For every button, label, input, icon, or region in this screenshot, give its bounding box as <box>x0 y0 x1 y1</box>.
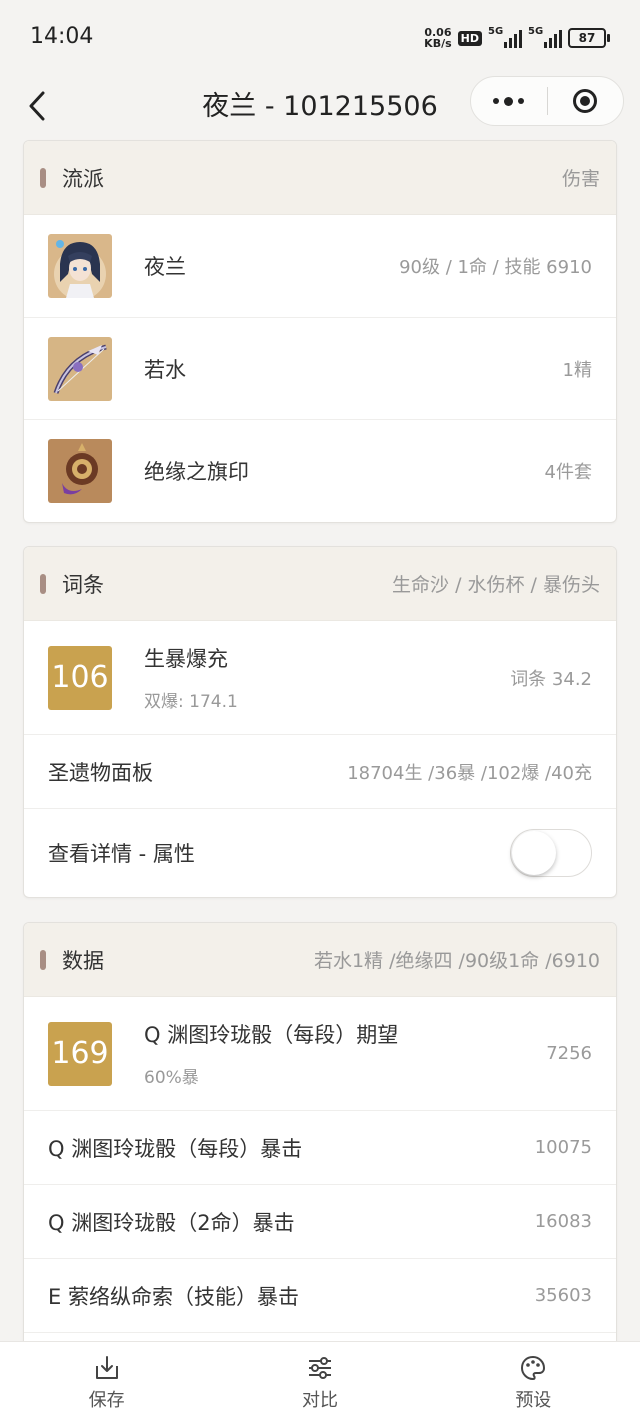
header-accent-bar <box>40 167 46 188</box>
detail-toggle-row: 查看详情 - 属性 <box>24 809 616 897</box>
damage-row: Q 渊图玲珑骰（每段）暴击 10075 <box>24 1111 616 1185</box>
artifact-panel-row: 圣遗物面板 18704生 /36暴 /102爆 /40充 <box>24 735 616 809</box>
substats-card-header: 词条 生命沙 / 水伤杯 / 暴伤头 <box>24 547 616 621</box>
battery-icon: 87 <box>568 28 610 48</box>
more-button[interactable] <box>471 96 547 106</box>
damage-row: E 萦络纵命索（技能）暴击 35603 <box>24 1259 616 1333</box>
tab-preset[interactable]: 预设 <box>427 1342 640 1424</box>
header-accent-bar <box>40 573 46 594</box>
artifact-panel-label: 圣遗物面板 <box>48 760 153 785</box>
toggle-knob <box>512 831 556 875</box>
hd-badge: HD <box>457 30 482 46</box>
close-miniprogram-button[interactable] <box>548 89 624 113</box>
damage-card-title: 数据 <box>62 948 104 973</box>
detail-toggle-switch[interactable] <box>510 829 592 877</box>
artifact-set-count: 4件套 <box>544 462 592 483</box>
damage-score-badge: 169 <box>48 1021 112 1086</box>
battery-level: 87 <box>578 31 596 45</box>
header-accent-bar <box>40 949 46 970</box>
detail-toggle-label: 查看详情 - 属性 <box>48 842 195 866</box>
status-time: 14:04 <box>30 24 94 49</box>
build-card: 流派 伤害 夜兰 90级 / 1命 / 技能 6910 若水 1精 绝缘之旗印 … <box>23 140 617 523</box>
target-circle-icon <box>573 89 598 113</box>
tab-save[interactable]: 保存 <box>0 1342 213 1424</box>
tab-preset-label: 预设 <box>515 1390 552 1411</box>
more-dot-icon <box>518 98 525 104</box>
damage-card: 数据 若水1精 /绝缘四 /90级1命 /6910 169 Q 渊图玲珑骰（每段… <box>23 922 617 1354</box>
substat-score-row: 106 生暴爆充 双爆: 174.1 词条 34.2 <box>24 621 616 735</box>
network-type-label-2: 5G <box>528 26 544 37</box>
damage-value: 10075 <box>534 1137 592 1158</box>
character-row[interactable]: 夜兰 90级 / 1命 / 技能 6910 <box>24 215 616 318</box>
nav-bar: 夜兰 - 101215506 <box>0 76 640 138</box>
damage-label: Q 渊图玲珑骰（每段）暴击 <box>48 1136 303 1161</box>
damage-label: Q 渊图玲珑骰（2命）暴击 <box>48 1210 295 1235</box>
weapon-name: 若水 <box>144 357 186 382</box>
more-dot-icon <box>504 96 514 106</box>
damage-label: E 萦络纵命索（技能）暴击 <box>48 1284 299 1309</box>
tab-compare-label: 对比 <box>301 1390 338 1411</box>
signal-icon: 5G <box>488 26 522 48</box>
back-button[interactable] <box>22 84 52 128</box>
substat-score-badge: 106 <box>48 645 112 710</box>
status-indicators: 0.06 KB/s HD 5G 5G 87 <box>424 24 610 52</box>
substat-type: 生暴爆充 <box>144 647 228 671</box>
artifact-set-icon <box>48 439 112 503</box>
weapon-row[interactable]: 若水 1精 <box>24 318 616 420</box>
more-dot-icon <box>493 98 500 104</box>
damage-main-label: Q 渊图玲珑骰（每段）期望 <box>144 1023 399 1047</box>
substats-card: 词条 生命沙 / 水伤杯 / 暴伤头 106 生暴爆充 双爆: 174.1 词条… <box>23 546 617 898</box>
build-card-header: 流派 伤害 <box>24 141 616 215</box>
damage-card-header: 数据 若水1精 /绝缘四 /90级1命 /6910 <box>24 923 616 997</box>
damage-main-value: 7256 <box>546 1043 592 1064</box>
sliders-icon <box>308 1357 331 1379</box>
crit-rate-label: 60%暴 <box>144 1068 199 1088</box>
artifact-panel-value: 18704生 /36暴 /102爆 /40充 <box>347 762 592 784</box>
character-portrait-icon <box>48 234 112 298</box>
miniprogram-capsule <box>470 76 624 126</box>
network-speed-unit: KB/s <box>424 37 452 50</box>
artifact-main-stats: 生命沙 / 水伤杯 / 暴伤头 <box>392 574 600 596</box>
artifact-set-row[interactable]: 绝缘之旗印 4件套 <box>24 420 616 522</box>
substat-count: 词条 34.2 <box>510 668 592 690</box>
artifact-set-name: 绝缘之旗印 <box>144 460 249 484</box>
damage-value: 16083 <box>534 1211 592 1232</box>
status-bar: 14:04 0.06 KB/s HD 5G 5G 87 <box>0 0 640 76</box>
character-stats: 90级 / 1命 / 技能 6910 <box>399 257 592 278</box>
character-name: 夜兰 <box>144 255 186 279</box>
substats-card-title: 词条 <box>62 572 104 597</box>
tab-save-label: 保存 <box>88 1390 125 1411</box>
build-type: 伤害 <box>561 168 600 190</box>
damage-build-summary: 若水1精 /绝缘四 /90级1命 /6910 <box>313 950 600 972</box>
chevron-left-icon <box>29 91 45 121</box>
weapon-refinement: 1精 <box>562 359 592 381</box>
tab-compare[interactable]: 对比 <box>213 1342 426 1424</box>
download-icon <box>95 1356 118 1379</box>
crit-value: 双爆: 174.1 <box>144 692 238 712</box>
damage-row: Q 渊图玲珑骰（2命）暴击 16083 <box>24 1185 616 1259</box>
bow-weapon-icon <box>48 336 112 401</box>
damage-value: 35603 <box>534 1285 592 1306</box>
network-speed: 0.06 KB/s <box>424 27 451 49</box>
network-type-label: 5G <box>488 26 504 37</box>
bottom-tab-bar: 保存 对比 预设 <box>0 1341 640 1424</box>
build-card-title: 流派 <box>62 166 104 191</box>
damage-score-row: 169 Q 渊图玲珑骰（每段）期望 60%暴 7256 <box>24 997 616 1111</box>
palette-icon <box>521 1355 546 1381</box>
signal-icon-2: 5G <box>528 26 562 48</box>
